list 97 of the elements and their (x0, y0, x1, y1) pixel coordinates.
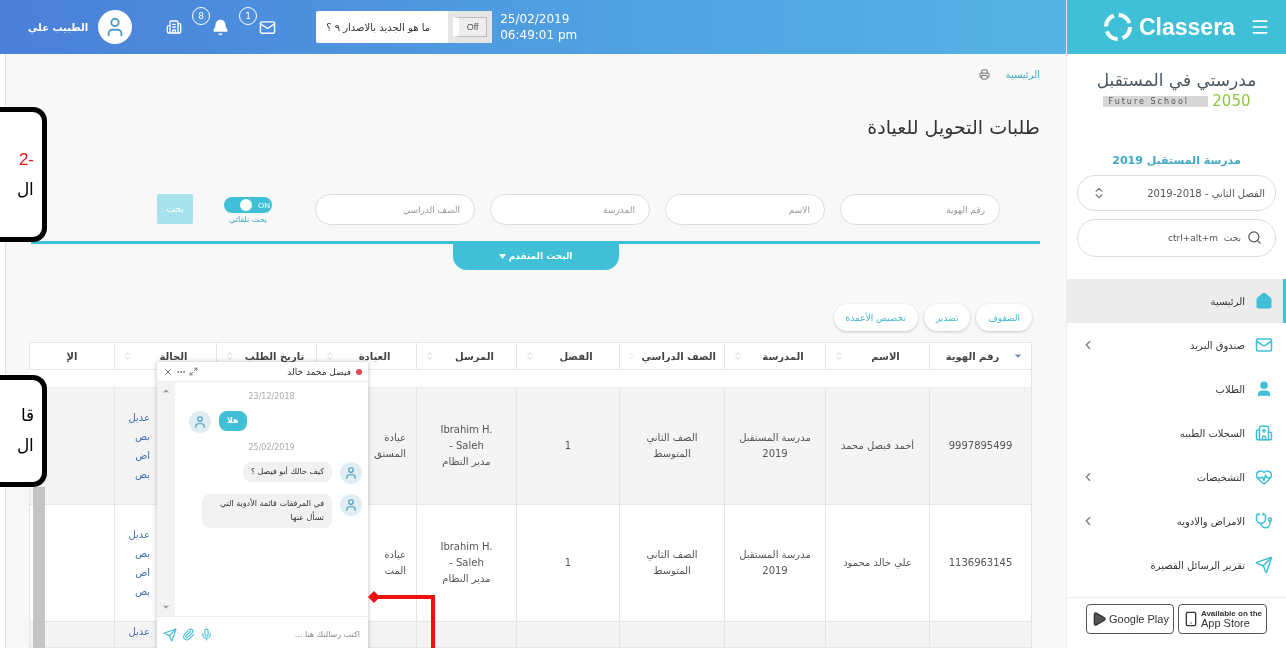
filter-icon[interactable] (1013, 351, 1023, 361)
microphone-icon[interactable] (200, 627, 213, 641)
status-link[interactable]: بص (134, 586, 150, 597)
sort-icon[interactable] (733, 351, 743, 361)
send-icon[interactable] (163, 627, 177, 642)
table-cell: 1136963145 (929, 505, 1031, 622)
sort-icon[interactable] (425, 351, 435, 361)
search-field[interactable]: الصف الدراسي (315, 194, 475, 225)
whats-new-label: ما هو الجديد بالاصدار ٩ ؟ (325, 21, 432, 33)
table-cell: مدرسة المستقبل 2019 (724, 505, 825, 622)
column-header[interactable]: المرسل (416, 342, 516, 370)
avatar-icon (340, 462, 362, 484)
expand-icon[interactable] (189, 366, 198, 376)
messages-button[interactable] (259, 18, 277, 36)
chat-message: هلا (219, 411, 247, 431)
column-header[interactable]: رقم الهوية (929, 342, 1031, 370)
stethoscope-icon (1255, 512, 1273, 530)
user-icon (1255, 380, 1273, 398)
avatar-icon (189, 411, 211, 433)
callout-text: ال (17, 436, 34, 456)
sort-icon[interactable] (834, 351, 844, 361)
play-icon (1091, 611, 1107, 627)
school-logo-title: مدرستي في المستقبل (1096, 70, 1257, 90)
chat-scrollbar[interactable] (157, 382, 175, 616)
sort-icon[interactable] (225, 351, 235, 361)
store-badge[interactable]: Google Play (1086, 604, 1174, 634)
scroll-down-icon[interactable] (161, 602, 171, 612)
school-logo-subtitle: Future School (1102, 95, 1209, 107)
chat-date: 25/02/2019 (248, 443, 295, 452)
search-field[interactable]: رقم الهوية (840, 194, 1000, 225)
column-header[interactable]: الصف الدراسي (619, 342, 724, 370)
building-icon[interactable] (166, 19, 183, 35)
column-header[interactable]: الإ (29, 342, 114, 370)
chat-date: 23/12/2018 (248, 392, 295, 401)
heart-pulse-icon (1255, 468, 1273, 486)
chat-message: في المرفقات قائمة الأدوية التي تسأل عنها (202, 494, 332, 528)
table-cell: الصف الثاني المتوسط (619, 388, 724, 505)
caret-icon (498, 253, 506, 259)
notifications-button[interactable] (212, 18, 230, 36)
column-header[interactable]: المدرسة (724, 342, 825, 370)
table-cell: أحمد فيصل محمد (825, 388, 929, 505)
time-text: 06:49:01 pm (500, 27, 578, 43)
paper-plane-icon (1255, 556, 1273, 574)
search-field[interactable]: الاسم (665, 194, 825, 225)
sort-icon[interactable] (628, 351, 636, 361)
status-link[interactable]: عديل (128, 529, 150, 540)
sort-icon[interactable] (123, 351, 133, 361)
brand-name: Classera (1139, 13, 1235, 41)
nav-item[interactable]: الرئيسية (1067, 279, 1286, 323)
search-field[interactable]: المدرسة (490, 194, 650, 225)
sidebar-search-field[interactable]: بحث ctrl+alt+m (1077, 219, 1276, 257)
status-link[interactable]: بص (134, 431, 150, 442)
auto-search-label: بحث تلقائي (229, 215, 268, 224)
status-link[interactable]: عديل (128, 412, 150, 423)
store-badge[interactable]: Available on the App Store (1177, 604, 1267, 634)
status-link[interactable]: اض (135, 567, 150, 578)
chat-message: كيف حالك أبو فيصل ؟ (242, 462, 332, 482)
hospital-icon (1255, 424, 1273, 442)
table-cell: 1 (516, 388, 619, 505)
avatar-icon[interactable] (98, 10, 133, 44)
print-icon[interactable] (978, 68, 990, 80)
table-cell: علي خالد محمود (825, 505, 929, 622)
sort-icon[interactable] (525, 351, 535, 361)
status-link[interactable]: عديل (128, 626, 150, 637)
callout-text: قا (21, 406, 34, 426)
search-icon (1247, 230, 1262, 245)
page-title: طلبات التحويل للعيادة (866, 116, 1040, 141)
scroll-up-icon[interactable] (161, 386, 171, 396)
user-name: الطبيب علي (28, 21, 89, 33)
table-cell: الصف الثاني المتوسط (619, 505, 724, 622)
school-logo-year: 2050 (1212, 92, 1251, 110)
notification-count: 8 (192, 6, 211, 25)
table-cell: مدرسة المستقبل 2019 (724, 388, 825, 505)
callout-text: ال (17, 179, 34, 200)
school-name: مدرسة المستقبل 2019 (1111, 154, 1242, 167)
menu-icon[interactable] (1250, 17, 1270, 37)
callout-text: 2- (18, 149, 34, 170)
term-select[interactable]: الفصل الثاني - 2018-2019 (1077, 175, 1276, 211)
column-header[interactable]: الاسم (825, 342, 929, 370)
pointer-arrow (368, 591, 435, 648)
column-header[interactable]: الفصل (516, 342, 619, 370)
date-text: 25/02/2019 (500, 11, 571, 27)
status-link[interactable]: اض (135, 450, 150, 461)
close-icon[interactable] (163, 366, 173, 377)
paperclip-icon[interactable] (182, 627, 195, 641)
whats-new-toggle[interactable]: Off (453, 17, 488, 37)
sort-icon[interactable] (325, 351, 335, 361)
table-cell: 1 (516, 505, 619, 622)
logo-icon (1103, 12, 1133, 42)
mail-icon (1255, 336, 1273, 354)
avatar-icon (340, 494, 362, 516)
message-input[interactable]: اكتب رسالتك هنا ... (217, 629, 362, 640)
message-count: 1 (239, 6, 258, 25)
status-link[interactable]: بص (134, 548, 150, 559)
home-icon (1255, 292, 1273, 310)
table-cell: 9997895499 (929, 388, 1031, 505)
status-link[interactable]: بص (134, 469, 150, 480)
